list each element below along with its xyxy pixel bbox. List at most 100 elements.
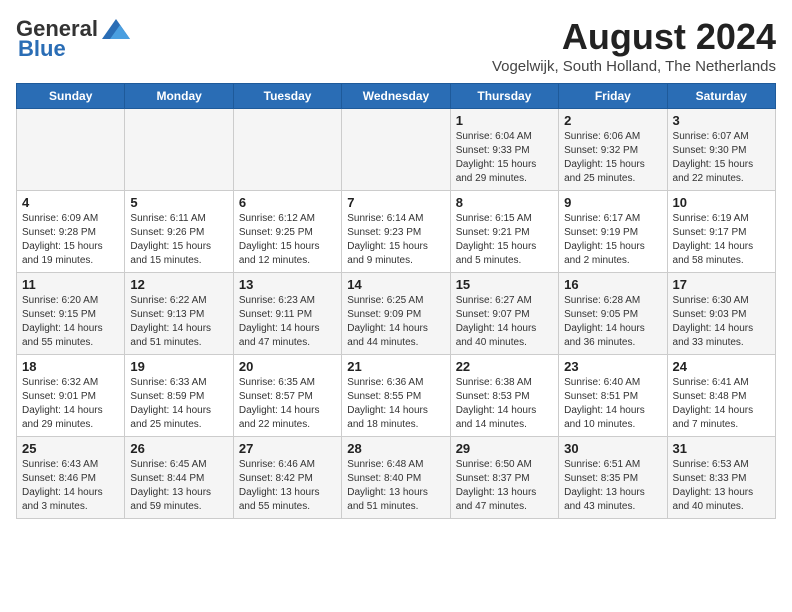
day-number: 8	[456, 195, 553, 210]
day-cell: 24 Sunrise: 6:41 AM Sunset: 8:48 PM Dayli…	[667, 355, 775, 437]
week-row-2: 4 Sunrise: 6:09 AM Sunset: 9:28 PM Daylig…	[17, 191, 776, 273]
day-content: Sunrise: 6:04 AM Sunset: 9:33 PM Dayligh…	[456, 130, 553, 186]
day-content: Sunrise: 6:53 AM Sunset: 8:33 PM Dayligh…	[673, 458, 770, 514]
day-content: Sunrise: 6:11 AM Sunset: 9:26 PM Dayligh…	[130, 212, 227, 268]
day-number: 12	[130, 277, 227, 292]
day-cell: 29 Sunrise: 6:50 AM Sunset: 8:37 PM Dayli…	[450, 437, 558, 519]
day-number: 20	[239, 359, 336, 374]
month-year-title: August 2024	[492, 16, 776, 58]
day-number: 9	[564, 195, 661, 210]
day-number: 18	[22, 359, 119, 374]
day-cell: 17 Sunrise: 6:30 AM Sunset: 9:03 PM Dayli…	[667, 273, 775, 355]
day-content: Sunrise: 6:06 AM Sunset: 9:32 PM Dayligh…	[564, 130, 661, 186]
day-cell: 2 Sunrise: 6:06 AM Sunset: 9:32 PM Daylig…	[559, 109, 667, 191]
day-cell: 18 Sunrise: 6:32 AM Sunset: 9:01 PM Dayli…	[17, 355, 125, 437]
day-number: 17	[673, 277, 770, 292]
day-content: Sunrise: 6:14 AM Sunset: 9:23 PM Dayligh…	[347, 212, 444, 268]
day-cell: 11Sunrise: 6:20 AM Sunset: 9:15 PM Dayli…	[17, 273, 125, 355]
day-content: Sunrise: 6:19 AM Sunset: 9:17 PM Dayligh…	[673, 212, 770, 268]
day-number: 10	[673, 195, 770, 210]
weekday-header-monday: Monday	[125, 84, 233, 109]
calendar-table: SundayMondayTuesdayWednesdayThursdayFrid…	[16, 83, 776, 519]
day-number: 2	[564, 113, 661, 128]
day-content: Sunrise: 6:30 AM Sunset: 9:03 PM Dayligh…	[673, 294, 770, 350]
day-content: Sunrise: 6:48 AM Sunset: 8:40 PM Dayligh…	[347, 458, 444, 514]
day-number: 4	[22, 195, 119, 210]
day-cell: 4 Sunrise: 6:09 AM Sunset: 9:28 PM Daylig…	[17, 191, 125, 273]
weekday-header-tuesday: Tuesday	[233, 84, 341, 109]
day-content: Sunrise: 6:28 AM Sunset: 9:05 PM Dayligh…	[564, 294, 661, 350]
day-number: 16	[564, 277, 661, 292]
day-number: 21	[347, 359, 444, 374]
page-header: General Blue August 2024 Vogelwijk, Sout…	[16, 16, 776, 75]
day-number: 14	[347, 277, 444, 292]
day-number: 1	[456, 113, 553, 128]
day-content: Sunrise: 6:40 AM Sunset: 8:51 PM Dayligh…	[564, 376, 661, 432]
day-number: 22	[456, 359, 553, 374]
day-number: 27	[239, 441, 336, 456]
day-number: 15	[456, 277, 553, 292]
day-content: Sunrise: 6:36 AM Sunset: 8:55 PM Dayligh…	[347, 376, 444, 432]
day-number: 11	[22, 277, 119, 292]
weekday-header-friday: Friday	[559, 84, 667, 109]
day-content: Sunrise: 6:15 AM Sunset: 9:21 PM Dayligh…	[456, 212, 553, 268]
day-cell: 3Sunrise: 6:07 AM Sunset: 9:30 PM Daylig…	[667, 109, 775, 191]
day-number: 24	[673, 359, 770, 374]
weekday-header-sunday: Sunday	[17, 84, 125, 109]
day-content: Sunrise: 6:41 AM Sunset: 8:48 PM Dayligh…	[673, 376, 770, 432]
day-content: Sunrise: 6:32 AM Sunset: 9:01 PM Dayligh…	[22, 376, 119, 432]
day-cell	[233, 109, 341, 191]
weekday-header-wednesday: Wednesday	[342, 84, 450, 109]
location-subtitle: Vogelwijk, South Holland, The Netherland…	[492, 58, 776, 75]
day-cell: 19Sunrise: 6:33 AM Sunset: 8:59 PM Dayli…	[125, 355, 233, 437]
day-cell: 14 Sunrise: 6:25 AM Sunset: 9:09 PM Dayli…	[342, 273, 450, 355]
day-content: Sunrise: 6:33 AM Sunset: 8:59 PM Dayligh…	[130, 376, 227, 432]
day-number: 23	[564, 359, 661, 374]
day-cell	[342, 109, 450, 191]
week-row-5: 25 Sunrise: 6:43 AM Sunset: 8:46 PM Dayli…	[17, 437, 776, 519]
week-row-4: 18 Sunrise: 6:32 AM Sunset: 9:01 PM Dayli…	[17, 355, 776, 437]
day-cell: 13 Sunrise: 6:23 AM Sunset: 9:11 PM Dayli…	[233, 273, 341, 355]
day-cell: 16 Sunrise: 6:28 AM Sunset: 9:05 PM Dayli…	[559, 273, 667, 355]
day-number: 13	[239, 277, 336, 292]
day-number: 31	[673, 441, 770, 456]
day-content: Sunrise: 6:43 AM Sunset: 8:46 PM Dayligh…	[22, 458, 119, 514]
day-number: 25	[22, 441, 119, 456]
logo-blue: Blue	[18, 36, 66, 62]
day-content: Sunrise: 6:45 AM Sunset: 8:44 PM Dayligh…	[130, 458, 227, 514]
day-cell: 8 Sunrise: 6:15 AM Sunset: 9:21 PM Daylig…	[450, 191, 558, 273]
day-content: Sunrise: 6:17 AM Sunset: 9:19 PM Dayligh…	[564, 212, 661, 268]
day-number: 26	[130, 441, 227, 456]
logo: General Blue	[16, 16, 130, 62]
day-content: Sunrise: 6:23 AM Sunset: 9:11 PM Dayligh…	[239, 294, 336, 350]
day-cell	[125, 109, 233, 191]
day-content: Sunrise: 6:07 AM Sunset: 9:30 PM Dayligh…	[673, 130, 770, 186]
day-content: Sunrise: 6:22 AM Sunset: 9:13 PM Dayligh…	[130, 294, 227, 350]
day-cell: 28 Sunrise: 6:48 AM Sunset: 8:40 PM Dayli…	[342, 437, 450, 519]
day-content: Sunrise: 6:12 AM Sunset: 9:25 PM Dayligh…	[239, 212, 336, 268]
weekday-header-thursday: Thursday	[450, 84, 558, 109]
day-cell: 22Sunrise: 6:38 AM Sunset: 8:53 PM Dayli…	[450, 355, 558, 437]
day-number: 6	[239, 195, 336, 210]
day-cell: 1 Sunrise: 6:04 AM Sunset: 9:33 PM Daylig…	[450, 109, 558, 191]
day-number: 28	[347, 441, 444, 456]
day-content: Sunrise: 6:50 AM Sunset: 8:37 PM Dayligh…	[456, 458, 553, 514]
day-cell: 23 Sunrise: 6:40 AM Sunset: 8:51 PM Dayli…	[559, 355, 667, 437]
day-number: 30	[564, 441, 661, 456]
day-cell: 9 Sunrise: 6:17 AM Sunset: 9:19 PM Daylig…	[559, 191, 667, 273]
day-cell: 15Sunrise: 6:27 AM Sunset: 9:07 PM Dayli…	[450, 273, 558, 355]
weekday-header-row: SundayMondayTuesdayWednesdayThursdayFrid…	[17, 84, 776, 109]
day-cell: 25 Sunrise: 6:43 AM Sunset: 8:46 PM Dayli…	[17, 437, 125, 519]
day-number: 29	[456, 441, 553, 456]
day-cell: 27 Sunrise: 6:46 AM Sunset: 8:42 PM Dayli…	[233, 437, 341, 519]
week-row-1: 1 Sunrise: 6:04 AM Sunset: 9:33 PM Daylig…	[17, 109, 776, 191]
day-content: Sunrise: 6:25 AM Sunset: 9:09 PM Dayligh…	[347, 294, 444, 350]
day-cell: 5Sunrise: 6:11 AM Sunset: 9:26 PM Daylig…	[125, 191, 233, 273]
logo-icon	[102, 19, 130, 39]
weekday-header-saturday: Saturday	[667, 84, 775, 109]
day-cell	[17, 109, 125, 191]
day-content: Sunrise: 6:09 AM Sunset: 9:28 PM Dayligh…	[22, 212, 119, 268]
day-content: Sunrise: 6:46 AM Sunset: 8:42 PM Dayligh…	[239, 458, 336, 514]
day-content: Sunrise: 6:51 AM Sunset: 8:35 PM Dayligh…	[564, 458, 661, 514]
day-cell: 12 Sunrise: 6:22 AM Sunset: 9:13 PM Dayli…	[125, 273, 233, 355]
